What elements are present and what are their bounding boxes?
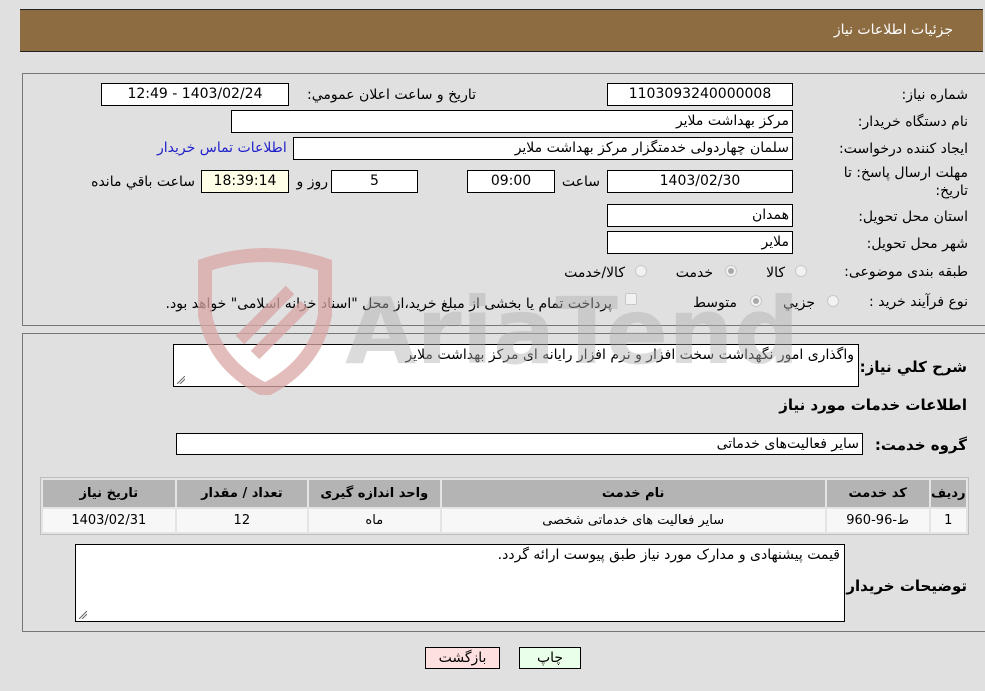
category-option-goods: کالا [766,265,785,281]
cell-quantity: 12 [176,509,308,532]
deadline-time-field: 09:00 [467,170,555,193]
purchase-type-option-medium: متوسط [693,295,737,311]
services-table: رديف کد خدمت نام خدمت واحد اندازه گيری ت… [40,477,969,535]
requester-field: سلمان چهاردولی خدمتگزار مرکز بهداشت ملاي… [293,137,793,160]
category-radio-service[interactable] [725,265,737,277]
buyer-org-label: نام دستگاه خريدار: [857,114,968,130]
col-service-code: کد خدمت [826,480,929,507]
col-need-date: تاريخ نياز [43,480,175,507]
description-label: شرح كلي نياز: [859,358,967,376]
buyer-org-field: مرکز بهداشت ملاير [231,110,793,133]
buyer-notes-textarea[interactable]: قيمت پيشنهادی و مدارک مورد نياز طبق پيوس… [75,544,845,622]
category-option-goods-service: کالا/خدمت [564,265,625,281]
services-heading: اطلاعات خدمات مورد نياز [779,396,967,414]
service-group-label: گروه خدمت: [874,436,967,454]
cell-service-code: ط-96-960 [826,509,929,532]
province-label: استان محل تحویل: [858,209,968,225]
description-textarea[interactable]: واگذاری امور نگهداشت سخت افزار و نرم افز… [173,344,859,387]
deadline-time-label: ساعت [561,174,600,190]
buyer-notes-text: قيمت پيشنهادی و مدارک مورد نياز طبق پيوس… [497,547,840,563]
category-radio-goods-service[interactable] [635,265,647,277]
buyer-notes-label: توضيحات خريدار: [840,577,967,595]
cell-unit: ماه [309,509,440,532]
description-text: واگذاری امور نگهداشت سخت افزار و نرم افز… [405,347,854,363]
category-label: طبقه بندی موضوعی: [844,264,968,280]
back-button[interactable]: بازگشت [425,647,500,669]
announce-datetime-label: تاریخ و ساعت اعلان عمومي: [307,87,476,103]
need-number-field: 1103093240000008 [607,83,793,106]
purchase-type-radio-minor[interactable] [827,295,839,307]
buyer-contact-link[interactable]: اطلاعات تماس خريدار [157,140,287,156]
page-header: جزئیات اطلاعات نیاز [20,9,983,52]
table-row: 1 ط-96-960 ساير فعاليت های خدماتی شخصی م… [43,509,966,532]
table-header-row: رديف کد خدمت نام خدمت واحد اندازه گيری ت… [43,480,966,507]
page-title: جزئیات اطلاعات نیاز [833,22,953,38]
col-unit: واحد اندازه گيری [309,480,440,507]
cell-service-name: ساير فعاليت های خدماتی شخصی [441,509,825,532]
purchase-type-option-minor: جزيي [783,295,815,311]
deadline-label-line2: تاريخ: [935,183,968,199]
col-row-number: رديف [930,480,966,507]
deadline-date-field: 1403/02/30 [607,170,793,193]
purchase-type-label: نوع فرآيند خريد : [869,294,968,310]
remaining-time-field: 18:39:14 [201,170,289,193]
treasury-checkbox[interactable] [625,293,637,305]
cell-row-number: 1 [930,509,966,532]
announce-datetime-field: 1403/02/24 - 12:49 [101,83,289,106]
treasury-note: پرداخت تمام يا بخشی از مبلغ خريد،از محل … [165,296,612,312]
remaining-days-field: 5 [331,170,418,193]
need-number-label: شماره نیاز: [901,87,969,103]
category-radio-goods[interactable] [795,265,807,277]
resize-grip-icon[interactable] [177,376,185,384]
province-field: همدان [607,204,793,227]
col-service-name: نام خدمت [441,480,825,507]
requester-label: ايجاد کننده درخواست: [839,141,968,157]
city-label: شهر محل تحویل: [866,236,968,252]
service-group-field: ساير فعاليت‌هاى خدماتى [176,433,863,455]
days-label: روز و [296,174,329,190]
resize-grip-icon[interactable] [79,611,87,619]
purchase-type-radio-medium[interactable] [750,295,762,307]
col-quantity: تعداد / مقدار [176,480,308,507]
deadline-label-line1: مهلت ارسال پاسخ: تا [843,165,968,181]
remaining-time-label: ساعت باقي مانده [91,174,195,190]
city-field: ملاير [607,231,793,254]
cell-need-date: 1403/02/31 [43,509,175,532]
print-button[interactable]: چاپ [519,647,581,669]
category-option-service: خدمت [675,265,713,281]
